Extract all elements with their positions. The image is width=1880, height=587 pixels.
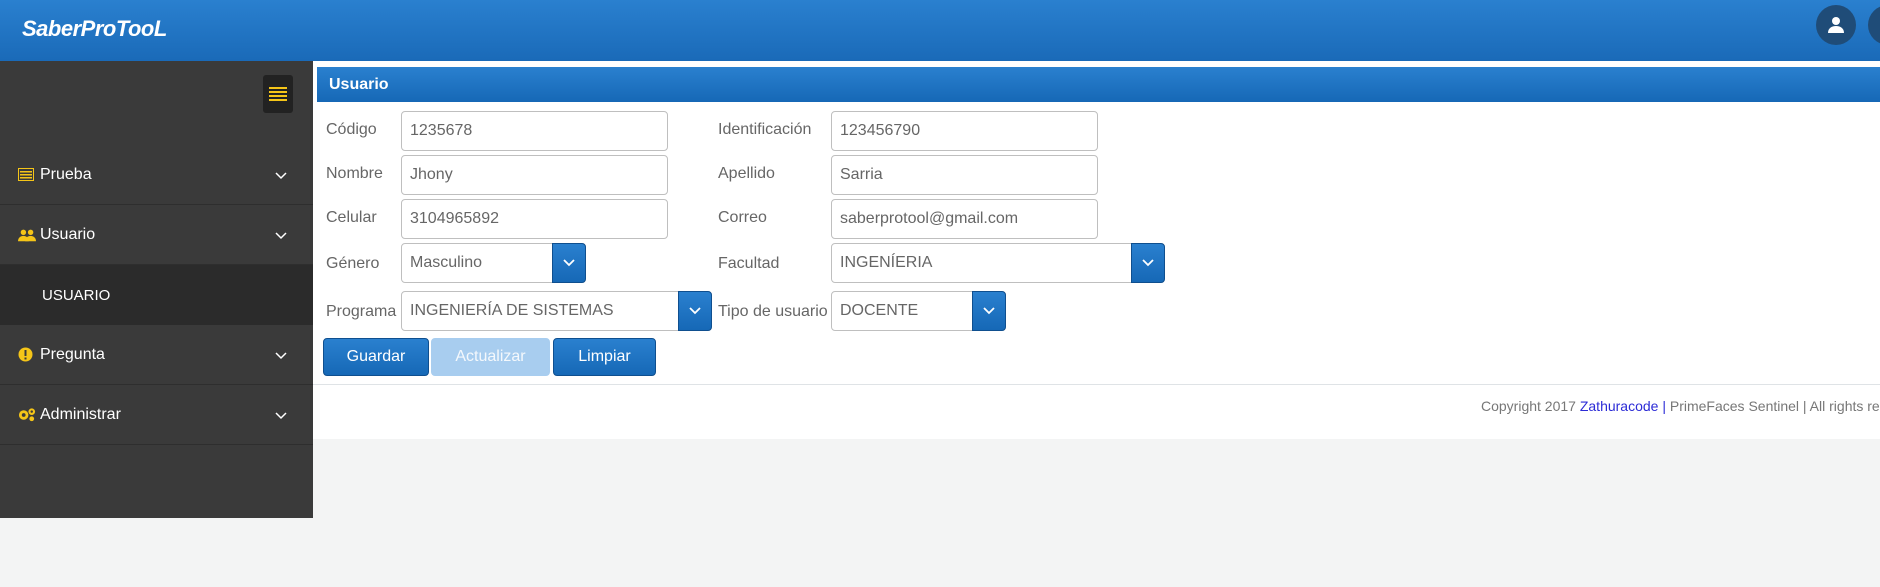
sidebar-item-usuario[interactable]: Usuario: [0, 205, 313, 265]
gears-icon: [18, 407, 36, 422]
facultad-value: INGENÍERIA: [840, 254, 933, 271]
sidebar-item-label: Usuario: [40, 225, 96, 243]
footer-divider: [313, 384, 1880, 385]
apellido-field[interactable]: Sarria: [831, 155, 1098, 195]
facultad-select[interactable]: INGENÍERIA: [831, 243, 1165, 283]
sidebar: Prueba Usuario USUARIO Pregunta Administ…: [0, 61, 313, 518]
footer-link[interactable]: Zathuracode: [1580, 398, 1659, 414]
table-icon: [18, 168, 36, 181]
chevron-down-icon: [275, 347, 287, 365]
celular-field[interactable]: 3104965892: [401, 199, 668, 239]
users-icon: [18, 228, 36, 242]
facultad-label: Facultad: [718, 255, 780, 272]
sidebar-subitem-usuario[interactable]: USUARIO: [0, 265, 313, 325]
user-icon[interactable]: [1868, 5, 1880, 45]
app-logo[interactable]: SaberProTooL: [22, 16, 167, 42]
footer-rest: PrimeFaces Sentinel | All rights reserve…: [1669, 398, 1880, 414]
identificacion-label: Identificación: [718, 121, 812, 138]
sidebar-item-prueba[interactable]: Prueba: [0, 145, 313, 205]
sidebar-item-label: Pregunta: [40, 345, 105, 363]
guardar-button[interactable]: Guardar: [323, 338, 429, 376]
chevron-down-icon[interactable]: [678, 291, 712, 331]
footer-separator: |: [1658, 398, 1670, 414]
tipo-usuario-value: DOCENTE: [840, 302, 919, 319]
identificacion-field[interactable]: 123456790: [831, 111, 1098, 151]
correo-label: Correo: [718, 209, 767, 226]
actualizar-button[interactable]: Actualizar: [431, 338, 550, 376]
exclamation-icon: [18, 347, 36, 362]
chevron-down-icon: [275, 227, 287, 245]
main-content: Usuario Código 1235678 Identificación 12…: [313, 61, 1880, 439]
user-icon[interactable]: [1816, 5, 1856, 45]
tipo-usuario-label: Tipo de usuario: [718, 303, 828, 320]
sidebar-item-administrar[interactable]: Administrar: [0, 385, 313, 445]
programa-select[interactable]: INGENIERÍA DE SISTEMAS: [401, 291, 712, 331]
genero-value: Masculino: [410, 254, 483, 271]
genero-label: Género: [326, 255, 380, 272]
nombre-field[interactable]: Jhony: [401, 155, 668, 195]
chevron-down-icon[interactable]: [552, 243, 586, 283]
celular-label: Celular: [326, 209, 377, 226]
footer: Copyright 2017 Zathuracode | PrimeFaces …: [1481, 398, 1880, 414]
sidebar-item-pregunta[interactable]: Pregunta: [0, 325, 313, 385]
sidebar-item-label: Administrar: [40, 405, 121, 423]
footer-copyright: Copyright 2017: [1481, 398, 1580, 414]
chevron-down-icon: [275, 167, 287, 185]
codigo-field[interactable]: 1235678: [401, 111, 668, 151]
tipo-usuario-select[interactable]: DOCENTE: [831, 291, 1006, 331]
chevron-down-icon[interactable]: [972, 291, 1006, 331]
panel-title[interactable]: Usuario: [317, 67, 1880, 102]
chevron-down-icon: [275, 407, 287, 425]
top-bar: SaberProTooL: [0, 0, 1880, 61]
chevron-down-icon[interactable]: [1131, 243, 1165, 283]
apellido-label: Apellido: [718, 165, 775, 182]
sidebar-item-label: Prueba: [40, 165, 92, 183]
correo-field[interactable]: saberprotool@gmail.com: [831, 199, 1098, 239]
sidebar-item-label: USUARIO: [42, 286, 111, 304]
limpiar-button[interactable]: Limpiar: [553, 338, 656, 376]
menu-toggle-button[interactable]: [263, 75, 293, 113]
programa-label: Programa: [326, 303, 397, 320]
programa-value: INGENIERÍA DE SISTEMAS: [410, 302, 614, 319]
genero-select[interactable]: Masculino: [401, 243, 586, 283]
codigo-label: Código: [326, 121, 377, 138]
nombre-label: Nombre: [326, 165, 383, 182]
